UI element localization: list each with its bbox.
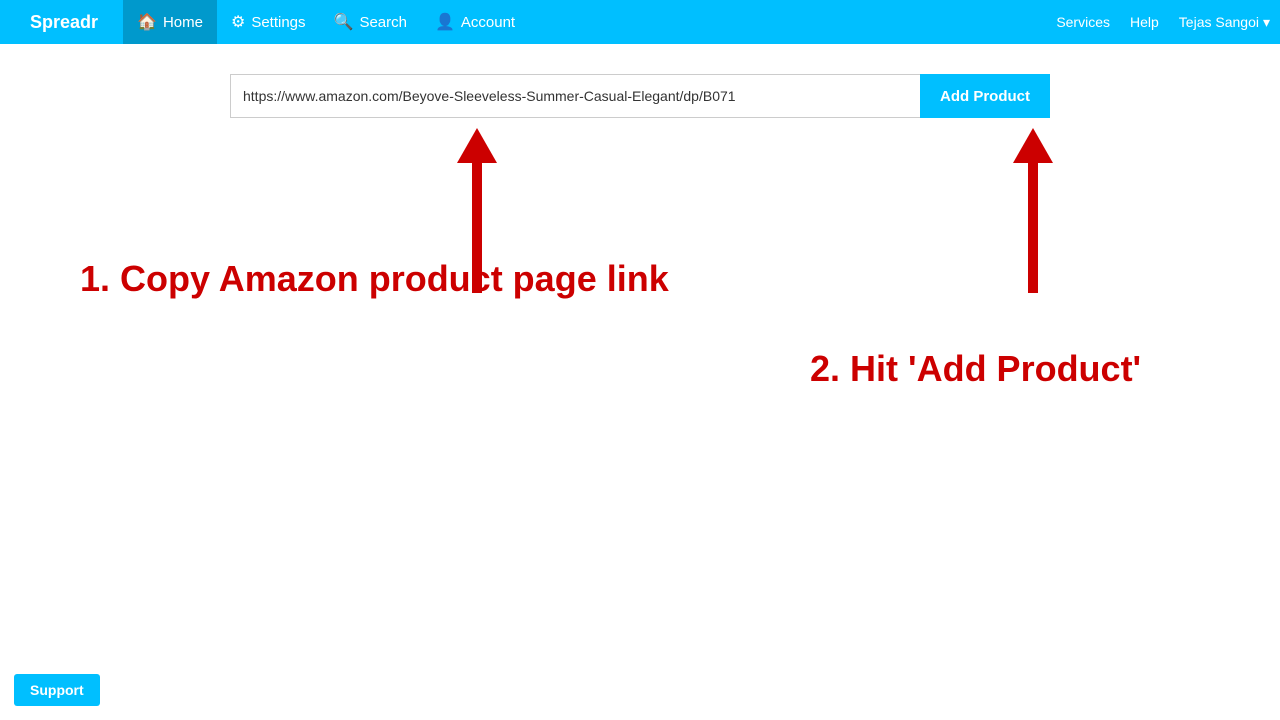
search-icon: 🔍 <box>334 12 354 32</box>
nav-home-label: Home <box>163 14 203 31</box>
nav-account-label: Account <box>461 14 515 31</box>
arrow-2 <box>1013 128 1053 293</box>
settings-icon: ⚙ <box>231 12 245 32</box>
nav-settings[interactable]: ⚙ Settings <box>217 0 320 44</box>
url-input[interactable] <box>230 74 920 118</box>
nav-settings-label: Settings <box>251 14 305 31</box>
navbar: Spreadr 🏠 Home ⚙ Settings 🔍 Search 👤 Acc… <box>0 0 1280 44</box>
nav-account[interactable]: 👤 Account <box>421 0 529 44</box>
navbar-right: Services Help Tejas Sangoi ▾ <box>1056 14 1270 31</box>
account-icon: 👤 <box>435 12 455 32</box>
user-name: Tejas Sangoi <box>1179 14 1259 30</box>
nav-home[interactable]: 🏠 Home <box>123 0 217 44</box>
dropdown-icon: ▾ <box>1263 14 1270 31</box>
step-1-label: 1. Copy Amazon product page link <box>80 258 669 300</box>
url-bar-row: Add Product <box>230 74 1050 118</box>
step-2-label: 2. Hit 'Add Product' <box>810 348 1141 390</box>
home-icon: 🏠 <box>137 12 157 32</box>
services-link[interactable]: Services <box>1056 14 1110 30</box>
main-content: Add Product <box>0 44 1280 118</box>
arrow-2-shaft <box>1028 163 1038 293</box>
user-menu[interactable]: Tejas Sangoi ▾ <box>1179 14 1270 31</box>
support-button[interactable]: Support <box>14 674 100 706</box>
add-product-button[interactable]: Add Product <box>920 74 1050 118</box>
help-link[interactable]: Help <box>1130 14 1159 30</box>
nav-search[interactable]: 🔍 Search <box>320 0 421 44</box>
arrow-2-head <box>1013 128 1053 163</box>
brand-logo[interactable]: Spreadr <box>10 12 118 33</box>
arrow-1-head <box>457 128 497 163</box>
nav-search-label: Search <box>359 14 407 31</box>
arrows-section: 1. Copy Amazon product page link 2. Hit … <box>0 118 1280 518</box>
